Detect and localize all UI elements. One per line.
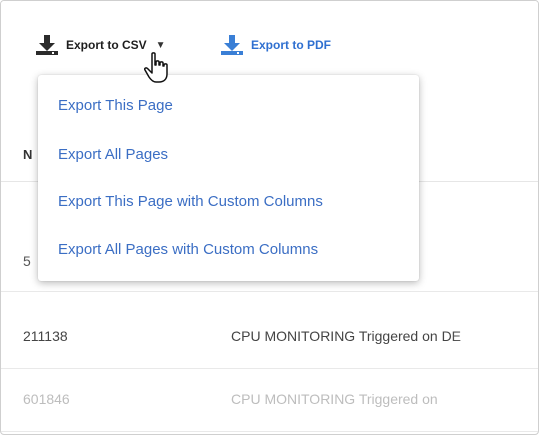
row-description: CPU MONITORING Triggered on DE: [231, 328, 462, 344]
row-fade: [448, 306, 538, 368]
row-description: CPU MONITORING Triggered on: [231, 391, 438, 407]
caret-down-icon: ▼: [155, 39, 166, 51]
row-id: 5: [23, 253, 31, 269]
menu-item-export-all-pages[interactable]: Export All Pages: [58, 146, 168, 163]
row-id: 211138: [23, 328, 68, 344]
row-fade: [448, 369, 538, 431]
export-csv-menu: Export This Page Export All Pages Export…: [38, 75, 419, 281]
export-pdf-button[interactable]: Export to PDF: [219, 31, 331, 59]
export-toolbar: Export to CSV ▼ Export to PDF: [1, 1, 538, 79]
report-panel: Export to CSV ▼ Export to PDF N 5 211138…: [0, 0, 539, 435]
menu-item-export-all-pages-custom-columns[interactable]: Export All Pages with Custom Columns: [58, 241, 318, 258]
header-cell: N: [23, 147, 33, 162]
export-csv-label: Export to CSV: [66, 38, 147, 52]
download-icon: [219, 34, 245, 56]
row-id: 601846: [23, 391, 70, 407]
download-icon: [34, 34, 60, 56]
export-pdf-label: Export to PDF: [251, 38, 331, 52]
table-row[interactable]: 601846 CPU MONITORING Triggered on: [1, 369, 538, 432]
menu-item-export-this-page[interactable]: Export This Page: [58, 97, 173, 114]
table-row[interactable]: 211138 CPU MONITORING Triggered on DE: [1, 306, 538, 369]
hand-pointer-icon: [144, 52, 170, 89]
menu-item-export-this-page-custom-columns[interactable]: Export This Page with Custom Columns: [58, 193, 323, 210]
